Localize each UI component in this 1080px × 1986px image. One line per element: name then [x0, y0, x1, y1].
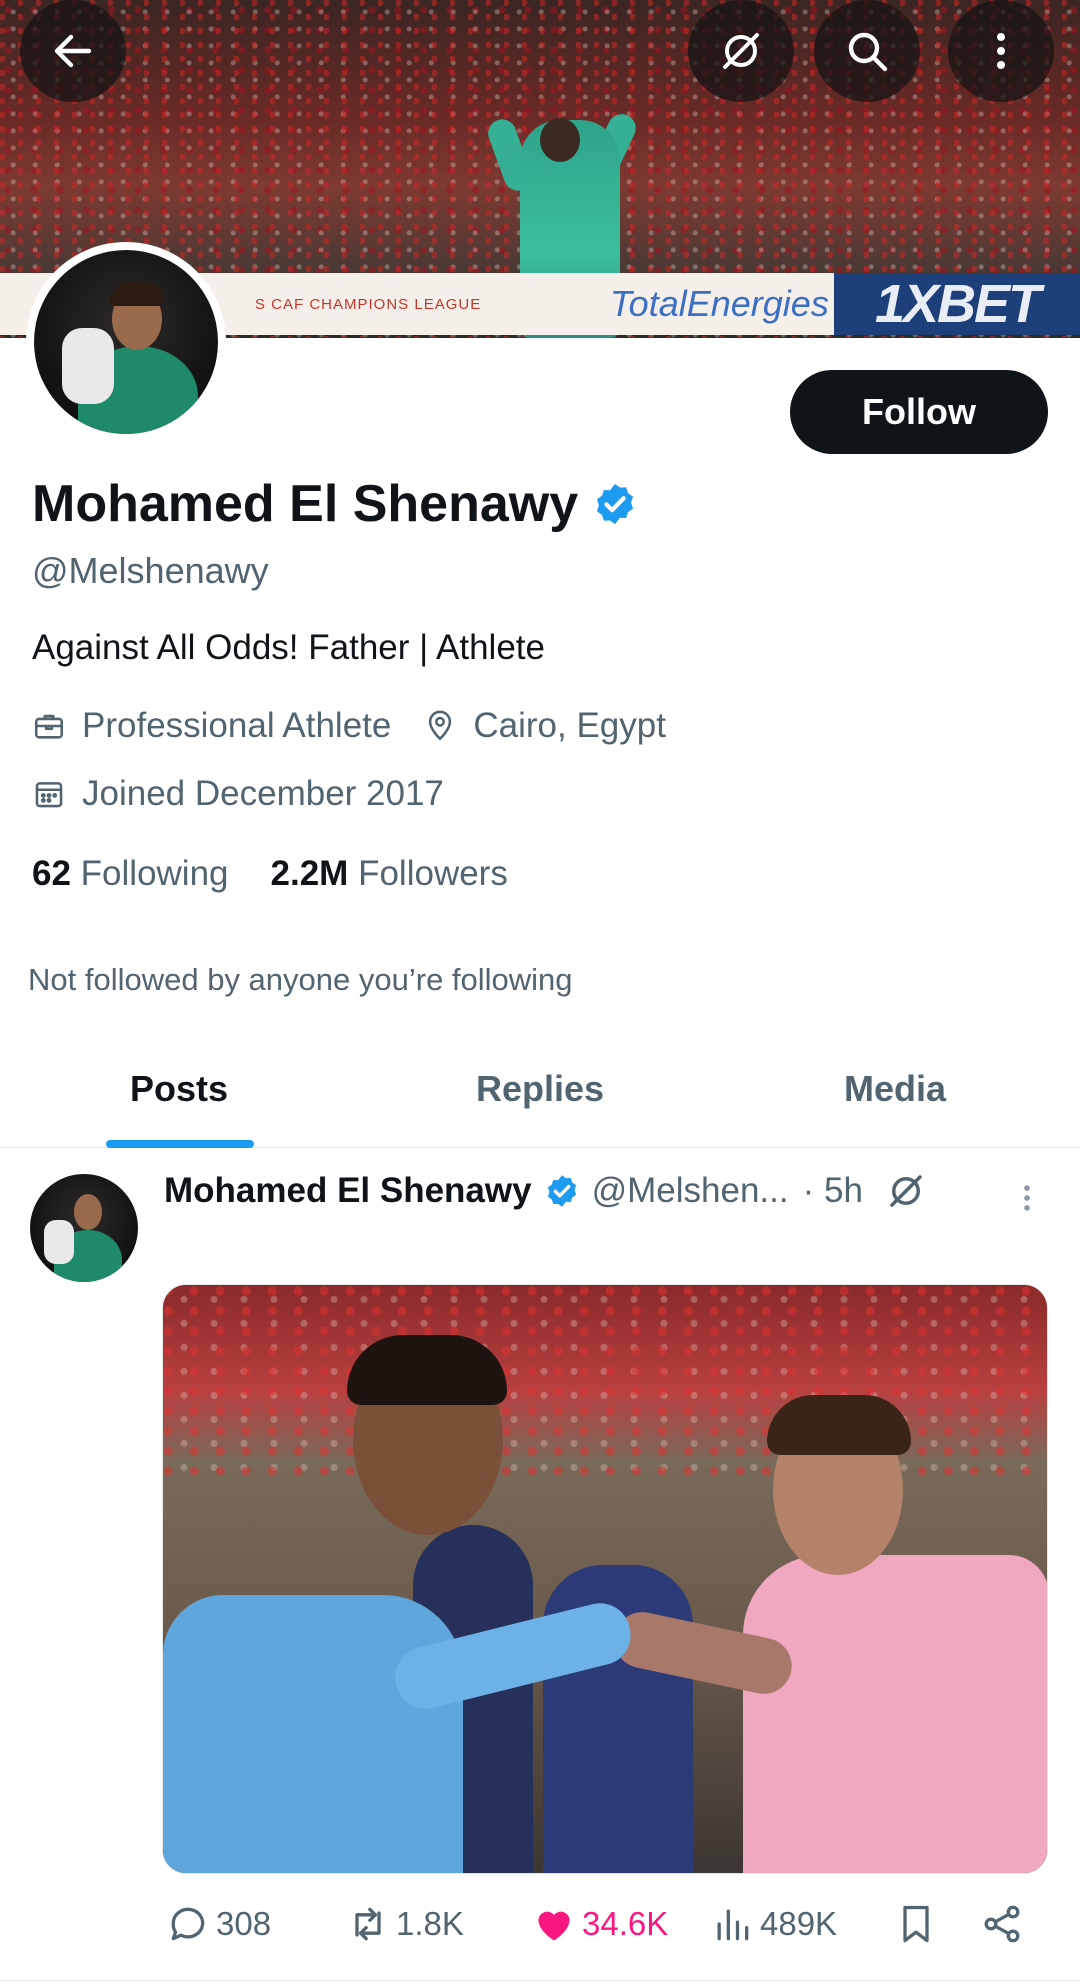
like-count: 34.6K	[582, 1905, 669, 1942]
following-link[interactable]: 62 Following	[32, 854, 229, 894]
more-vertical-icon[interactable]	[1010, 1176, 1044, 1220]
post-header: Mohamed El Shenawy @Melshen... · 5h	[164, 1170, 1034, 1212]
ad-total-text: TotalEnergies	[610, 283, 829, 324]
ad-caf-text: S CAF CHAMPIONS LEAGUE	[255, 295, 482, 313]
heart-icon	[538, 1911, 570, 1941]
followers-count: 2.2M	[270, 854, 349, 893]
profile-location: Cairo, Egypt	[423, 706, 666, 746]
more-options-button[interactable]	[948, 0, 1054, 102]
back-button[interactable]	[20, 0, 126, 102]
profile-handle: @Melshenawy	[32, 550, 269, 591]
calendar-icon	[35, 782, 63, 808]
post-author-handle[interactable]: @Melshen...	[592, 1171, 789, 1211]
post-image-goalkeeper-hair	[347, 1335, 507, 1405]
verified-badge-icon[interactable]	[592, 481, 638, 527]
post-image-player-hair	[767, 1395, 911, 1455]
mutuals-note: Not followed by anyone you’re following	[28, 962, 573, 997]
share-icon	[984, 1905, 1020, 1943]
banner-player-head	[540, 118, 580, 162]
arrow-left-icon	[54, 34, 92, 68]
briefcase-icon	[34, 714, 64, 739]
search-icon	[848, 32, 888, 72]
grok-icon[interactable]	[885, 1170, 927, 1212]
like-button[interactable]: 34.6K	[532, 1902, 668, 1946]
profile-bio: Against All Odds! Father | Athlete	[32, 628, 545, 667]
following-label: Following	[80, 854, 229, 893]
bookmark-button[interactable]	[894, 1902, 938, 1946]
active-tab-indicator	[106, 1140, 254, 1148]
post-image-crowd	[163, 1285, 1047, 1475]
verified-badge-icon	[547, 1175, 576, 1207]
repost-button[interactable]: 1.8K	[346, 1902, 464, 1946]
profile-tabs: Posts Replies Media	[0, 1040, 1080, 1148]
post-divider	[0, 1980, 1080, 1981]
following-count: 62	[32, 854, 71, 893]
tab-posts[interactable]: Posts	[130, 1068, 228, 1110]
tab-media[interactable]: Media	[844, 1068, 946, 1110]
post-avatar-face	[74, 1194, 102, 1230]
avatar-photo	[34, 250, 218, 434]
grok-icon	[723, 33, 759, 69]
share-button[interactable]	[980, 1902, 1024, 1946]
post-avatar-glove	[44, 1220, 74, 1264]
views-button[interactable]: 489K	[710, 1902, 837, 1946]
views-icon	[717, 1909, 749, 1941]
profile-meta-row: Professional Athlete Cairo, Egypt	[32, 706, 698, 746]
map-pin-icon	[429, 710, 452, 741]
profile-joined: Joined December 2017	[32, 774, 444, 814]
profile-category-label: Professional Athlete	[82, 706, 392, 745]
post-image-goalkeeper	[163, 1595, 463, 1873]
profile-avatar[interactable]	[26, 242, 226, 442]
reply-count: 308	[216, 1905, 272, 1942]
more-vertical-icon	[997, 33, 1005, 69]
avatar-hair	[110, 282, 164, 306]
repost-icon	[355, 1907, 381, 1941]
followers-label: Followers	[358, 854, 508, 893]
follow-button[interactable]: Follow	[790, 370, 1048, 454]
repost-count: 1.8K	[396, 1905, 464, 1942]
search-button[interactable]	[814, 0, 920, 102]
post-author-avatar[interactable]	[30, 1174, 138, 1282]
profile-meta-row: Joined December 2017	[32, 774, 476, 814]
profile-category: Professional Athlete	[32, 706, 391, 746]
reply-button[interactable]: 308	[166, 1902, 271, 1946]
profile-display-name: Mohamed El Shenawy	[32, 475, 579, 533]
post-author-name[interactable]: Mohamed El Shenawy	[164, 1171, 532, 1211]
comment-icon	[171, 1907, 205, 1941]
post-timestamp[interactable]: · 5h	[803, 1171, 863, 1211]
bookmark-icon	[903, 1905, 929, 1943]
profile-stats: 62 Following 2.2M Followers	[32, 854, 508, 894]
profile-location-label: Cairo, Egypt	[473, 706, 666, 745]
profile-name-row: Mohamed El Shenawy	[32, 474, 638, 534]
followers-link[interactable]: 2.2M Followers	[271, 854, 508, 894]
post-actions: 308 1.8K 34.6K 489K	[0, 1902, 1080, 1966]
avatar-glove	[62, 328, 114, 404]
post-image-player	[743, 1555, 1047, 1873]
tab-replies[interactable]: Replies	[476, 1068, 604, 1110]
grok-button[interactable]	[688, 0, 794, 102]
ad-bet-text: 1XBET	[834, 273, 1080, 335]
profile-joined-label: Joined December 2017	[82, 774, 444, 813]
views-count: 489K	[760, 1905, 838, 1942]
post-media-image[interactable]	[162, 1284, 1048, 1874]
